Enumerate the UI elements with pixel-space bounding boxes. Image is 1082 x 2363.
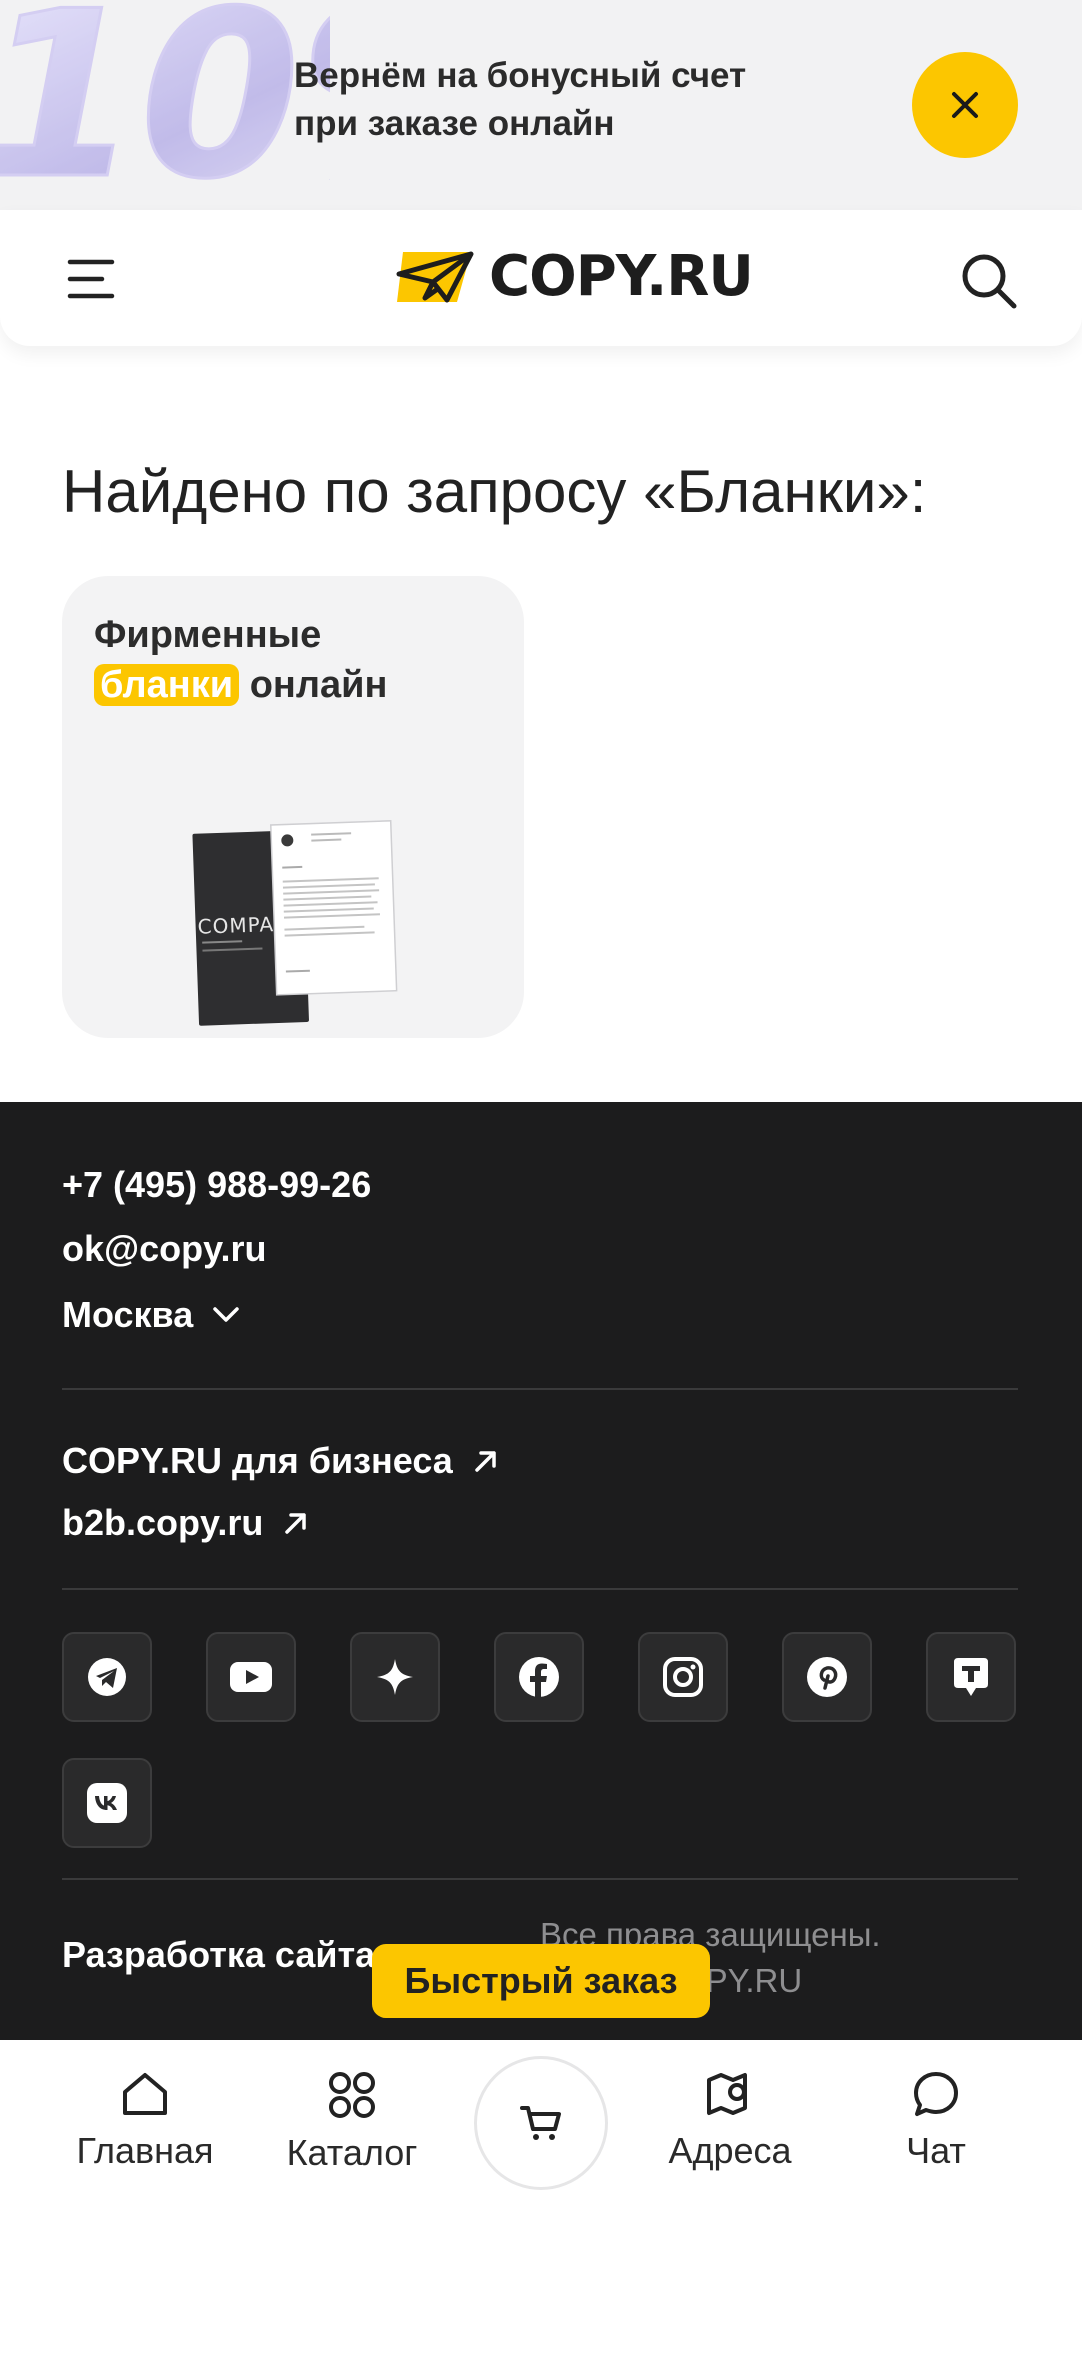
footer-city-selector[interactable]: Москва [62, 1294, 241, 1336]
footer-divider [62, 1878, 1018, 1880]
social-facebook-button[interactable] [494, 1632, 584, 1722]
search-button[interactable] [958, 250, 1020, 312]
nav-home[interactable]: Главная [72, 2070, 218, 2210]
catalog-icon [329, 2072, 375, 2118]
chevron-down-icon [213, 1307, 239, 1322]
footer-business-link[interactable]: COPY.RU для бизнеса [62, 1440, 501, 1482]
social-sparkle-button[interactable] [350, 1632, 440, 1722]
paper-plane-logo-icon [396, 251, 474, 303]
promo-banner[interactable]: 10% Вернём на бонусный счет при заказе о… [0, 0, 1082, 210]
home-icon [123, 2073, 167, 2115]
footer-city-label: Москва [62, 1294, 194, 1335]
promo-line-1: Вернём на бонусный счет [294, 56, 747, 95]
bottom-navigation: Главная Каталог Адреса Чат [0, 2040, 1082, 2363]
card-title-line-1: Фирменные [94, 614, 322, 656]
external-arrow-icon [475, 1451, 496, 1472]
nav-catalog[interactable]: Каталог [280, 2070, 424, 2210]
menu-button[interactable] [62, 252, 120, 306]
external-arrow-icon [285, 1513, 307, 1534]
social-youtube-button[interactable] [206, 1632, 296, 1722]
chat-icon [914, 2072, 958, 2116]
footer-email-link[interactable]: ok@copy.ru [62, 1228, 266, 1270]
card-title-highlight: бланки [94, 664, 240, 706]
footer-b2b-link[interactable]: b2b.copy.ru [62, 1502, 311, 1544]
nav-catalog-label: Каталог [286, 2132, 418, 2173]
logo-text: COPY.RU [489, 244, 754, 309]
nav-chat-label: Чат [906, 2130, 966, 2171]
telegram-icon [88, 1658, 126, 1696]
promo-close-button[interactable] [912, 52, 1018, 158]
close-icon [952, 92, 978, 118]
pinterest-icon [807, 1657, 847, 1697]
card-title-line-2: бланки онлайн [94, 660, 387, 710]
facebook-icon [519, 1657, 559, 1697]
card-title-rest: онлайн [249, 664, 388, 706]
site-footer: +7 (495) 988-99-26 ok@copy.ru Москва COP… [0, 1102, 1082, 2040]
nav-addresses-label: Адреса [668, 2130, 792, 2171]
promo-art-text: 10% [0, 0, 330, 210]
nav-cart-button[interactable] [474, 2056, 608, 2190]
footer-phone-link[interactable]: +7 (495) 988-99-26 [62, 1164, 371, 1206]
social-instagram-button[interactable] [638, 1632, 728, 1722]
site-header: COPY.RU [0, 210, 1082, 346]
letterhead-mockup-image: COMPANY [192, 820, 398, 1026]
result-card[interactable]: Фирменные бланки онлайн COMPANY [62, 576, 524, 1038]
nav-addresses[interactable]: Адреса [660, 2070, 800, 2210]
hamburger-menu-icon [67, 259, 115, 299]
footer-divider [62, 1588, 1018, 1590]
social-pinterest-button[interactable] [782, 1632, 872, 1722]
promo-line-2: при заказе онлайн [294, 104, 615, 143]
site-logo[interactable]: COPY.RU [395, 244, 754, 309]
footer-business-label: COPY.RU для бизнеса [62, 1440, 453, 1481]
social-tenchat-button[interactable] [926, 1632, 1016, 1722]
quick-order-button[interactable]: Быстрый заказ [372, 1944, 710, 2018]
youtube-icon [230, 1662, 272, 1692]
map-icon [707, 2073, 747, 2115]
promo-10-percent-art: 10% [0, 0, 330, 210]
results-title: Найдено по запросу «Бланки»: [62, 458, 927, 525]
nav-chat[interactable]: Чат [878, 2070, 994, 2210]
tenchat-icon [954, 1658, 988, 1696]
social-telegram-button[interactable] [62, 1632, 152, 1722]
footer-divider [62, 1388, 1018, 1390]
cart-icon [520, 2106, 561, 2140]
social-vk-button[interactable] [62, 1758, 152, 1848]
card-title: Фирменные бланки онлайн [94, 610, 387, 710]
search-icon [962, 254, 1017, 309]
instagram-icon [663, 1657, 703, 1697]
footer-b2b-label: b2b.copy.ru [62, 1502, 264, 1543]
sparkle-icon [377, 1659, 413, 1695]
promo-text: Вернём на бонусный счет при заказе онлай… [294, 52, 746, 148]
nav-home-label: Главная [76, 2130, 214, 2171]
vk-icon [87, 1783, 127, 1823]
footer-developer-link[interactable]: Разработка сайта [62, 1934, 375, 1976]
